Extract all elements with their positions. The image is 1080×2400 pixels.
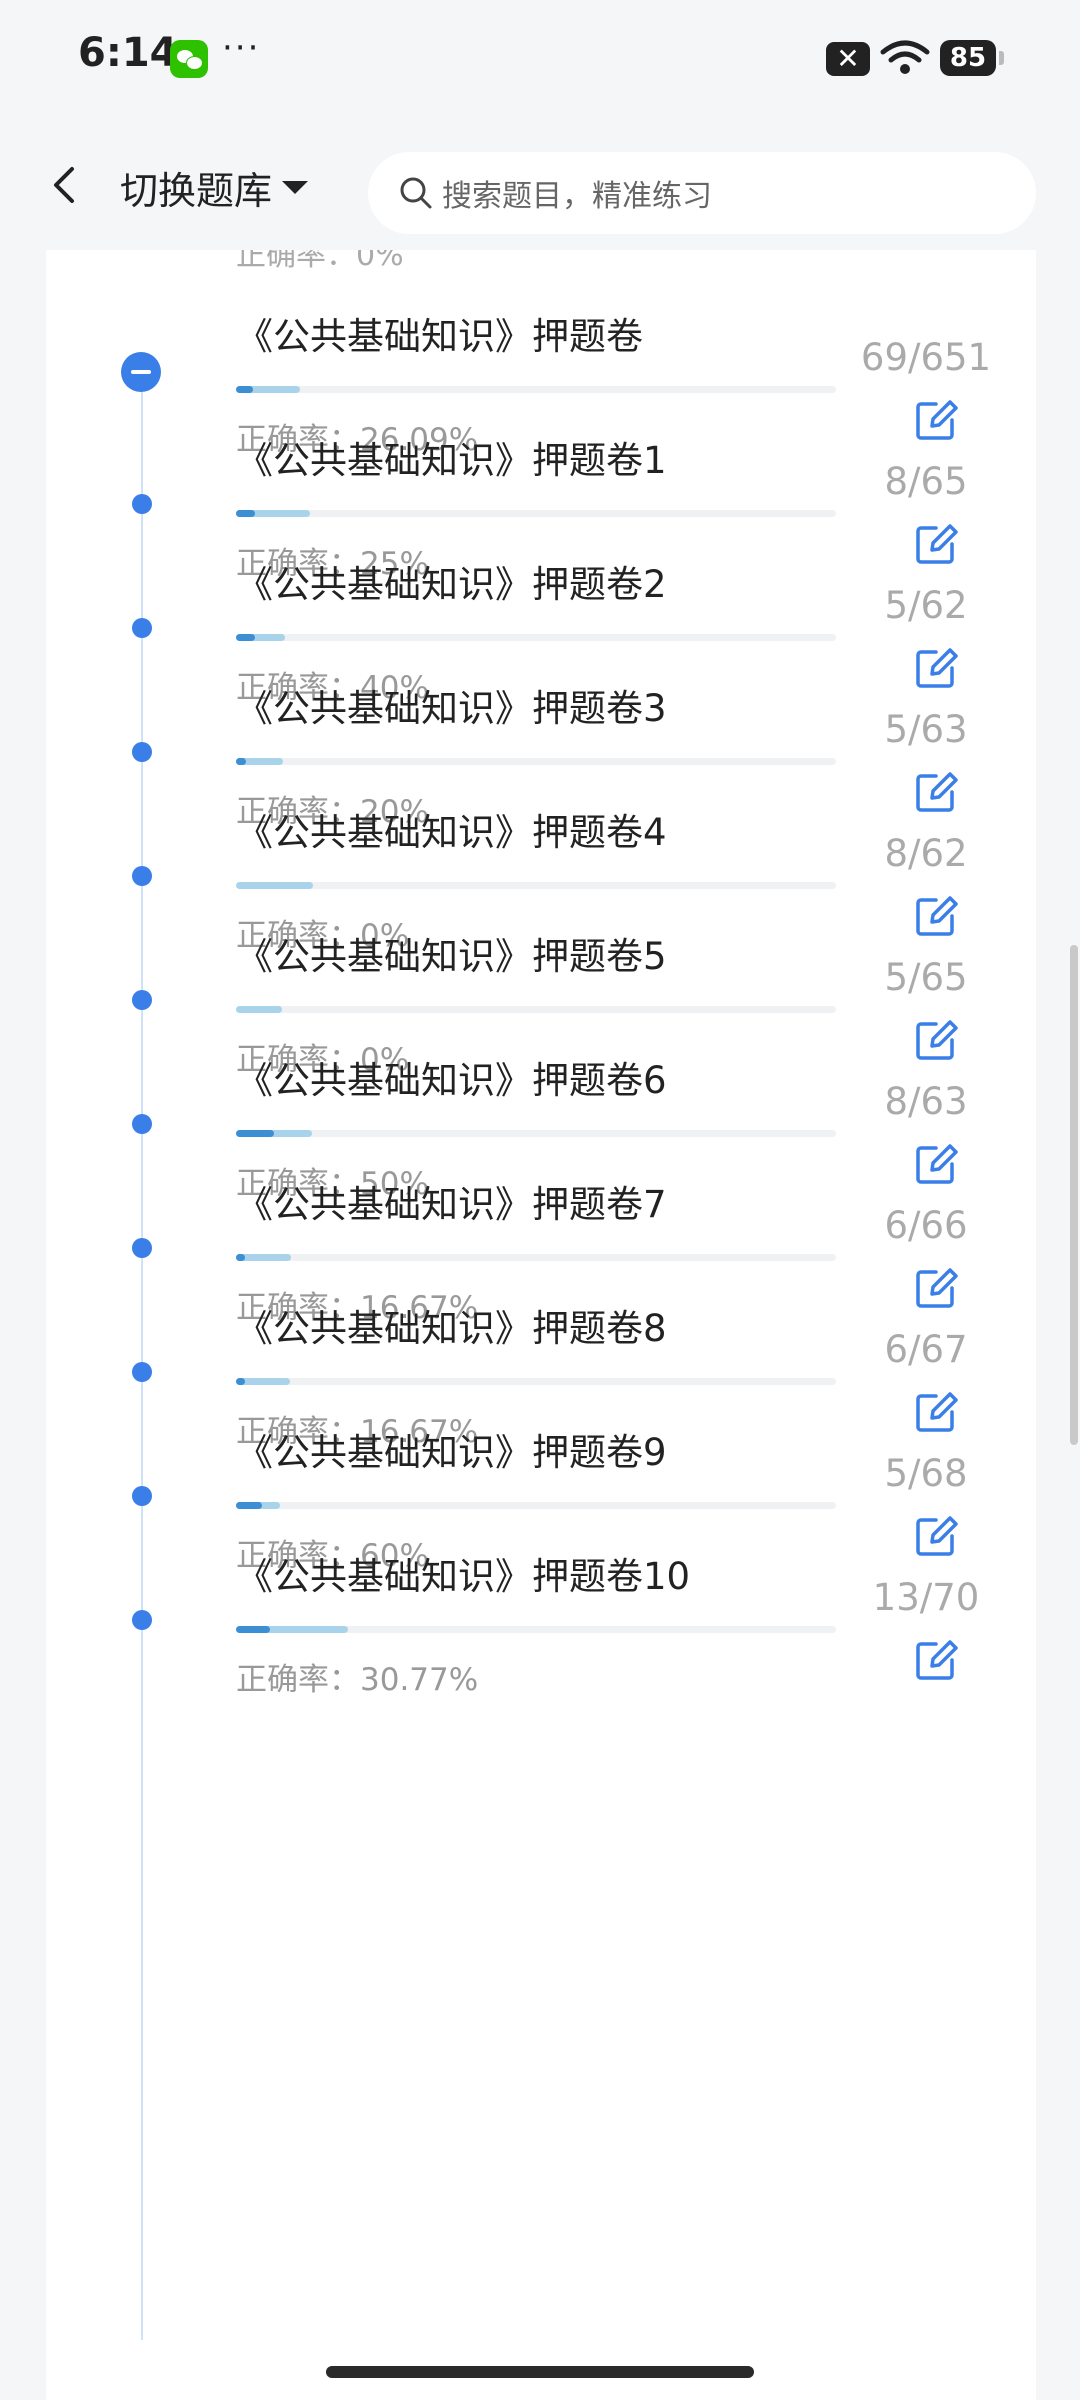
progress-correct	[236, 1254, 245, 1261]
question-count: 8/65	[884, 460, 968, 503]
scrollbar[interactable]	[1070, 945, 1078, 1445]
progress-bar	[236, 758, 836, 765]
question-count: 5/65	[884, 956, 968, 999]
no-sim-icon: ✕	[826, 42, 870, 76]
switch-bank-button[interactable]: 切换题库	[120, 160, 309, 215]
timeline-dot	[132, 1114, 152, 1134]
timeline-dot	[132, 1238, 152, 1258]
progress-bar	[236, 1254, 836, 1261]
question-count: 6/67	[884, 1328, 968, 1371]
wechat-notification-icon	[170, 40, 208, 78]
accuracy-text: 正确率：30.77%	[236, 1662, 479, 1698]
question-count: 8/63	[884, 1080, 968, 1123]
caret-down-icon	[282, 181, 309, 194]
exam-title[interactable]: 《公共基础知识》押题卷2	[236, 554, 667, 608]
exam-title[interactable]: 《公共基础知识》押题卷3	[236, 678, 667, 732]
progress-done	[236, 1006, 283, 1013]
search-icon	[400, 177, 432, 209]
timeline-dot	[132, 1362, 152, 1382]
question-count: 6/66	[884, 1204, 968, 1247]
collapse-icon[interactable]	[121, 352, 161, 392]
question-count: 8/62	[884, 832, 968, 875]
exam-title[interactable]: 《公共基础知识》押题卷6	[236, 1050, 667, 1104]
edit-icon[interactable]	[914, 646, 958, 690]
progress-bar	[236, 634, 836, 641]
search-placeholder: 搜索题目，精准练习	[442, 179, 712, 214]
progress-correct	[236, 386, 253, 393]
question-count: 5/68	[884, 1452, 968, 1495]
progress-correct	[236, 510, 255, 517]
exam-title[interactable]: 《公共基础知识》押题卷10	[236, 1546, 690, 1600]
edit-icon[interactable]	[914, 1266, 958, 1310]
edit-icon[interactable]	[914, 1142, 958, 1186]
wifi-icon	[880, 40, 930, 74]
progress-bar	[236, 510, 836, 517]
exam-title[interactable]: 《公共基础知识》押题卷8	[236, 1298, 667, 1352]
progress-bar	[236, 1502, 836, 1509]
edit-icon[interactable]	[914, 522, 958, 566]
progress-bar	[236, 1006, 836, 1013]
status-bar: 6:14 ··· ✕ 85	[0, 0, 1080, 120]
edit-icon[interactable]	[914, 770, 958, 814]
exam-list-card: 正确率：0% 《公共基础知识》押题卷 正确率：26.09% 69/651 《公共基础知…	[46, 238, 1036, 2400]
exam-title[interactable]: 《公共基础知识》押题卷9	[236, 1422, 667, 1476]
progress-correct	[236, 1130, 274, 1137]
status-time: 6:14	[78, 30, 178, 76]
battery-indicator: 85	[940, 40, 1004, 76]
question-count: 69/651	[860, 336, 992, 379]
timeline-dot	[132, 866, 152, 886]
more-notifications-icon: ···	[222, 28, 261, 68]
progress-correct	[236, 758, 246, 765]
exam-title[interactable]: 《公共基础知识》押题卷	[236, 306, 643, 360]
home-indicator[interactable]	[326, 2366, 754, 2378]
question-count: 5/62	[884, 584, 968, 627]
timeline-dot	[132, 1610, 152, 1630]
question-count: 5/63	[884, 708, 968, 751]
progress-done	[236, 882, 314, 889]
progress-bar	[236, 882, 836, 889]
progress-correct	[236, 1502, 263, 1509]
progress-correct	[236, 1626, 271, 1633]
progress-bar	[236, 1378, 836, 1385]
question-count: 13/70	[872, 1576, 980, 1619]
timeline-dot	[132, 1486, 152, 1506]
header: 切换题库 搜索题目，精准练习	[0, 120, 1080, 250]
progress-bar	[236, 1130, 836, 1137]
edit-icon[interactable]	[914, 1514, 958, 1558]
edit-icon[interactable]	[914, 398, 958, 442]
edit-icon[interactable]	[914, 894, 958, 938]
progress-bar	[236, 1626, 836, 1633]
search-input[interactable]: 搜索题目，精准练习	[368, 152, 1036, 234]
timeline-dot	[132, 618, 152, 638]
progress-correct	[236, 1378, 245, 1385]
progress-bar	[236, 386, 836, 393]
progress-correct	[236, 634, 256, 641]
edit-icon[interactable]	[914, 1390, 958, 1434]
timeline-dot	[132, 990, 152, 1010]
edit-icon[interactable]	[914, 1638, 958, 1682]
timeline-dot	[132, 742, 152, 762]
switch-bank-label: 切换题库	[120, 169, 273, 213]
exam-title[interactable]: 《公共基础知识》押题卷5	[236, 926, 667, 980]
exam-title[interactable]: 《公共基础知识》押题卷1	[236, 430, 667, 484]
exam-title[interactable]: 《公共基础知识》押题卷4	[236, 802, 667, 856]
edit-icon[interactable]	[914, 1018, 958, 1062]
exam-title[interactable]: 《公共基础知识》押题卷7	[236, 1174, 667, 1228]
back-icon[interactable]	[46, 165, 86, 205]
timeline-dot	[132, 494, 152, 514]
